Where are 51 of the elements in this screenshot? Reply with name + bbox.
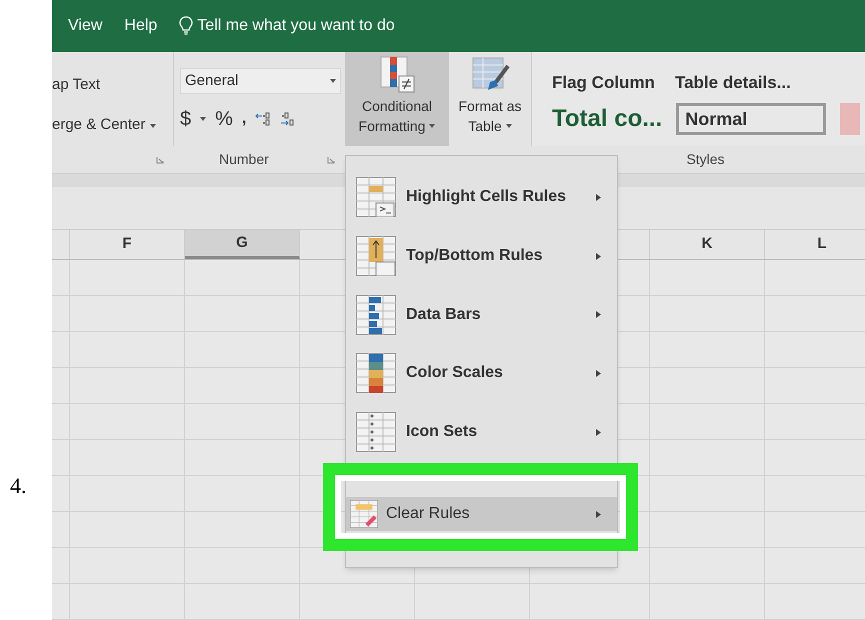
column-header[interactable]: K [650, 230, 765, 259]
conditional-formatting-icon [379, 56, 415, 94]
style-swatch[interactable] [840, 103, 860, 136]
step-number: 4. [10, 472, 26, 500]
currency-button[interactable]: $ [180, 104, 192, 134]
caret-icon [150, 124, 156, 128]
caret-icon [330, 78, 336, 83]
merge-center-button[interactable]: erge & Center [52, 114, 173, 137]
menu-item[interactable]: Color Scales [346, 344, 617, 403]
tell-me-search[interactable]: Tell me what you want to do [197, 14, 395, 38]
highlight-rules-icon [356, 177, 396, 218]
wrap-text-button[interactable]: ap Text [52, 74, 173, 96]
group-label: Styles [686, 150, 725, 170]
style-swatch[interactable]: Normal [676, 103, 826, 136]
menu-item[interactable]: Top/Bottom Rules [346, 226, 617, 286]
submenu-arrow-icon [596, 370, 601, 377]
menu-item[interactable]: Icon Sets [346, 402, 617, 462]
eraser-grid-icon [350, 500, 378, 528]
data-bars-icon [356, 294, 396, 335]
top-bottom-icon [356, 236, 396, 276]
ribbon-tab[interactable]: View [68, 14, 102, 38]
group-label: Number [219, 150, 269, 170]
color-scales-icon [356, 353, 396, 394]
submenu-arrow-icon [596, 510, 601, 518]
lightbulb-icon [179, 16, 194, 36]
decrease-decimal-icon[interactable] [280, 110, 296, 127]
column-header[interactable]: L [765, 230, 865, 259]
style-swatch[interactable]: Table details... [674, 70, 791, 96]
style-swatch[interactable]: Flag Column [552, 70, 655, 96]
increase-decimal-icon[interactable] [255, 110, 272, 127]
comma-style-button[interactable]: , [242, 106, 246, 131]
caret-icon [506, 124, 512, 128]
number-format-dropdown[interactable]: General [180, 68, 341, 94]
format-as-table-button[interactable]: Format as Table [449, 52, 531, 146]
submenu-arrow-icon [596, 252, 601, 260]
dialog-launcher-icon[interactable] [156, 156, 164, 164]
icon-sets-icon [356, 412, 396, 452]
conditional-formatting-button[interactable]: Conditional Formatting [345, 52, 449, 146]
percent-button[interactable]: % [215, 104, 233, 134]
submenu-arrow-icon [596, 311, 601, 318]
column-header[interactable]: G [185, 230, 300, 259]
submenu-arrow-icon [596, 194, 601, 201]
caret-icon [429, 124, 436, 128]
caret-icon [200, 116, 206, 121]
submenu-arrow-icon [596, 428, 601, 436]
ribbon-tab[interactable]: Help [124, 14, 158, 38]
menu-item[interactable]: Data Bars [346, 285, 617, 344]
dialog-launcher-icon[interactable] [327, 156, 335, 164]
menu-item[interactable]: Clear Rules [346, 497, 617, 532]
style-swatch[interactable]: Total co... [552, 101, 662, 138]
menu-item[interactable]: Highlight Cells Rules [346, 168, 617, 227]
